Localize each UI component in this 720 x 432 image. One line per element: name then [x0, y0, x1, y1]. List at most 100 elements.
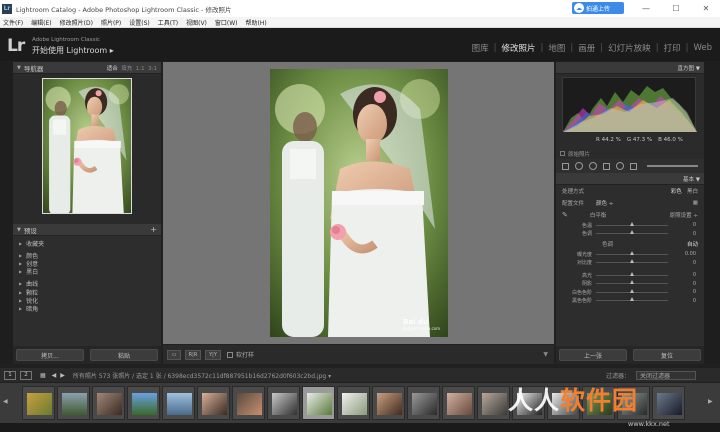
module-develop[interactable]: 修改照片	[502, 42, 536, 54]
filmstrip-thumb[interactable]	[267, 386, 300, 420]
module-map[interactable]: 地图	[548, 42, 565, 54]
histogram-header[interactable]: 直方图 ▼	[556, 62, 704, 74]
whites-slider[interactable]: 白色色阶 0	[556, 288, 704, 297]
filmstrip-thumb[interactable]	[337, 386, 370, 420]
module-slideshow[interactable]: 幻灯片放映	[608, 42, 651, 54]
temp-value[interactable]: 0	[693, 222, 696, 228]
module-print[interactable]: 打印	[664, 42, 681, 54]
paste-settings-button[interactable]: 粘贴	[90, 349, 158, 361]
blacks-value[interactable]: 0	[693, 298, 696, 304]
get-started-link[interactable]: 开始使用 Lightroom ▸	[32, 45, 114, 56]
shadows-track[interactable]	[596, 280, 668, 285]
maximize-button[interactable]: ☐	[662, 0, 690, 17]
temp-slider[interactable]: 色温 0	[556, 221, 704, 230]
main-photo[interactable]: Bai du jingyan.baidu.com	[270, 69, 448, 337]
filmstrip-thumb[interactable]	[407, 386, 440, 420]
left-panel-edge[interactable]	[0, 62, 13, 364]
preset-folder[interactable]: ▶ 创意	[19, 259, 155, 268]
filmstrip-thumb[interactable]	[127, 386, 160, 420]
loupe-view-icon[interactable]: ▭	[167, 349, 181, 360]
tint-value[interactable]: 0	[693, 231, 696, 237]
previous-button[interactable]: 上一张	[559, 349, 627, 361]
temp-track[interactable]	[596, 221, 668, 226]
highlights-slider[interactable]: 高光 0	[556, 271, 704, 280]
filmstrip-thumb[interactable]	[197, 386, 230, 420]
filmstrip-thumb[interactable]	[232, 386, 265, 420]
filter-dropdown[interactable]: 关闭过滤器	[636, 370, 696, 380]
whites-track[interactable]	[596, 288, 668, 293]
filmstrip-thumb[interactable]	[372, 386, 405, 420]
filmstrip-thumb[interactable]	[442, 386, 475, 420]
menu-edit[interactable]: 编辑(E)	[31, 18, 51, 27]
menu-develop[interactable]: 修改照片(D)	[60, 18, 93, 27]
nav-forward-icon[interactable]: ▶	[60, 372, 65, 379]
exposure-thumb[interactable]	[630, 250, 634, 255]
highlights-track[interactable]	[596, 271, 668, 276]
contrast-slider[interactable]: 对比度 0	[556, 259, 704, 268]
shadows-thumb[interactable]	[630, 280, 634, 285]
treatment-color[interactable]: 彩色	[671, 189, 682, 195]
zoom-fill[interactable]: 填充	[121, 66, 132, 72]
softproof-checkbox[interactable]	[227, 351, 233, 358]
preset-folder[interactable]: ▶ 暗角	[19, 304, 155, 313]
minimize-button[interactable]: —	[632, 0, 660, 17]
tint-slider[interactable]: 色调 0	[556, 230, 704, 239]
preset-folder[interactable]: ▶ 收藏夹	[19, 239, 155, 248]
preset-folder[interactable]: ▶ 颗粒	[19, 288, 155, 297]
navigator-thumbnail[interactable]	[42, 78, 132, 214]
close-button[interactable]: ✕	[692, 0, 720, 17]
filmstrip-source-info[interactable]: 所有照片 573 张照片 / 选定 1 张 / 6398ecd3572c11df…	[73, 371, 331, 380]
filmstrip-thumb[interactable]	[477, 386, 510, 420]
blacks-thumb[interactable]	[630, 297, 634, 302]
blacks-track[interactable]	[596, 297, 668, 302]
blacks-slider[interactable]: 黑色色阶 0	[556, 297, 704, 306]
filmstrip-scroll-right-icon[interactable]: ▶	[708, 398, 713, 405]
add-preset-icon[interactable]: +	[150, 225, 157, 234]
toolbar-menu-arrow-icon[interactable]: ▼	[543, 351, 548, 358]
profile-browser-icon[interactable]: ▦	[693, 200, 698, 206]
wb-picker-icon[interactable]: ✎	[562, 211, 568, 219]
profile-dropdown[interactable]: 颜色 ÷	[596, 199, 613, 207]
cloud-upload-button[interactable]: ☁ 拍通上传	[572, 2, 624, 14]
preset-folder[interactable]: ▶ 黑白	[19, 268, 155, 276]
crop-icon[interactable]	[562, 162, 569, 170]
zoom-3-1[interactable]: 3:1	[148, 66, 157, 72]
whites-thumb[interactable]	[630, 288, 634, 293]
radial-filter-icon[interactable]	[616, 162, 624, 170]
filmstrip-thumb[interactable]	[57, 386, 90, 420]
preset-folder[interactable]: ▶ 曲线	[19, 280, 155, 288]
red-eye-icon[interactable]	[589, 162, 597, 170]
presets-header[interactable]: ▼ 预设 +	[13, 224, 161, 236]
spot-removal-icon[interactable]	[575, 162, 583, 170]
filmstrip-thumb[interactable]	[162, 386, 195, 420]
menu-photo[interactable]: 照片(P)	[101, 18, 121, 27]
copy-settings-button[interactable]: 拷贝...	[16, 349, 84, 361]
right-panel-scrollbar[interactable]	[704, 62, 720, 364]
menu-settings[interactable]: 设置(S)	[129, 18, 150, 27]
menu-window[interactable]: 窗口(W)	[215, 18, 238, 27]
highlights-value[interactable]: 0	[693, 272, 696, 278]
original-photo-toggle[interactable]: 原始照片	[556, 148, 704, 159]
nav-back-icon[interactable]: ◀	[52, 372, 57, 379]
filmstrip-thumb[interactable]	[652, 386, 685, 420]
basic-header[interactable]: 基本 ▼	[556, 173, 704, 185]
module-book[interactable]: 画册	[578, 42, 595, 54]
shadows-value[interactable]: 0	[693, 281, 696, 287]
exposure-track[interactable]	[596, 250, 668, 255]
wb-dropdown[interactable]: 原照设置 ÷	[670, 211, 698, 219]
treatment-bw[interactable]: 黑白	[687, 189, 698, 195]
grid-view-icon[interactable]: ▦	[40, 372, 46, 379]
highlights-thumb[interactable]	[630, 271, 634, 276]
filmstrip-thumb[interactable]	[92, 386, 125, 420]
filmstrip-scroll-left-icon[interactable]: ◀	[3, 398, 8, 405]
menu-view[interactable]: 视图(V)	[186, 18, 207, 27]
zoom-fit[interactable]: 适合	[107, 66, 118, 72]
brush-icon[interactable]	[630, 162, 637, 170]
before-after-icon[interactable]: R|R	[185, 349, 201, 360]
shadows-slider[interactable]: 阴影 0	[556, 280, 704, 289]
filmstrip-scrollbar[interactable]	[0, 423, 720, 432]
reset-button[interactable]: 复位	[633, 349, 701, 361]
tool-slider[interactable]	[647, 165, 698, 167]
filmstrip-thumb-selected[interactable]	[302, 386, 335, 420]
tint-thumb[interactable]	[630, 230, 634, 235]
